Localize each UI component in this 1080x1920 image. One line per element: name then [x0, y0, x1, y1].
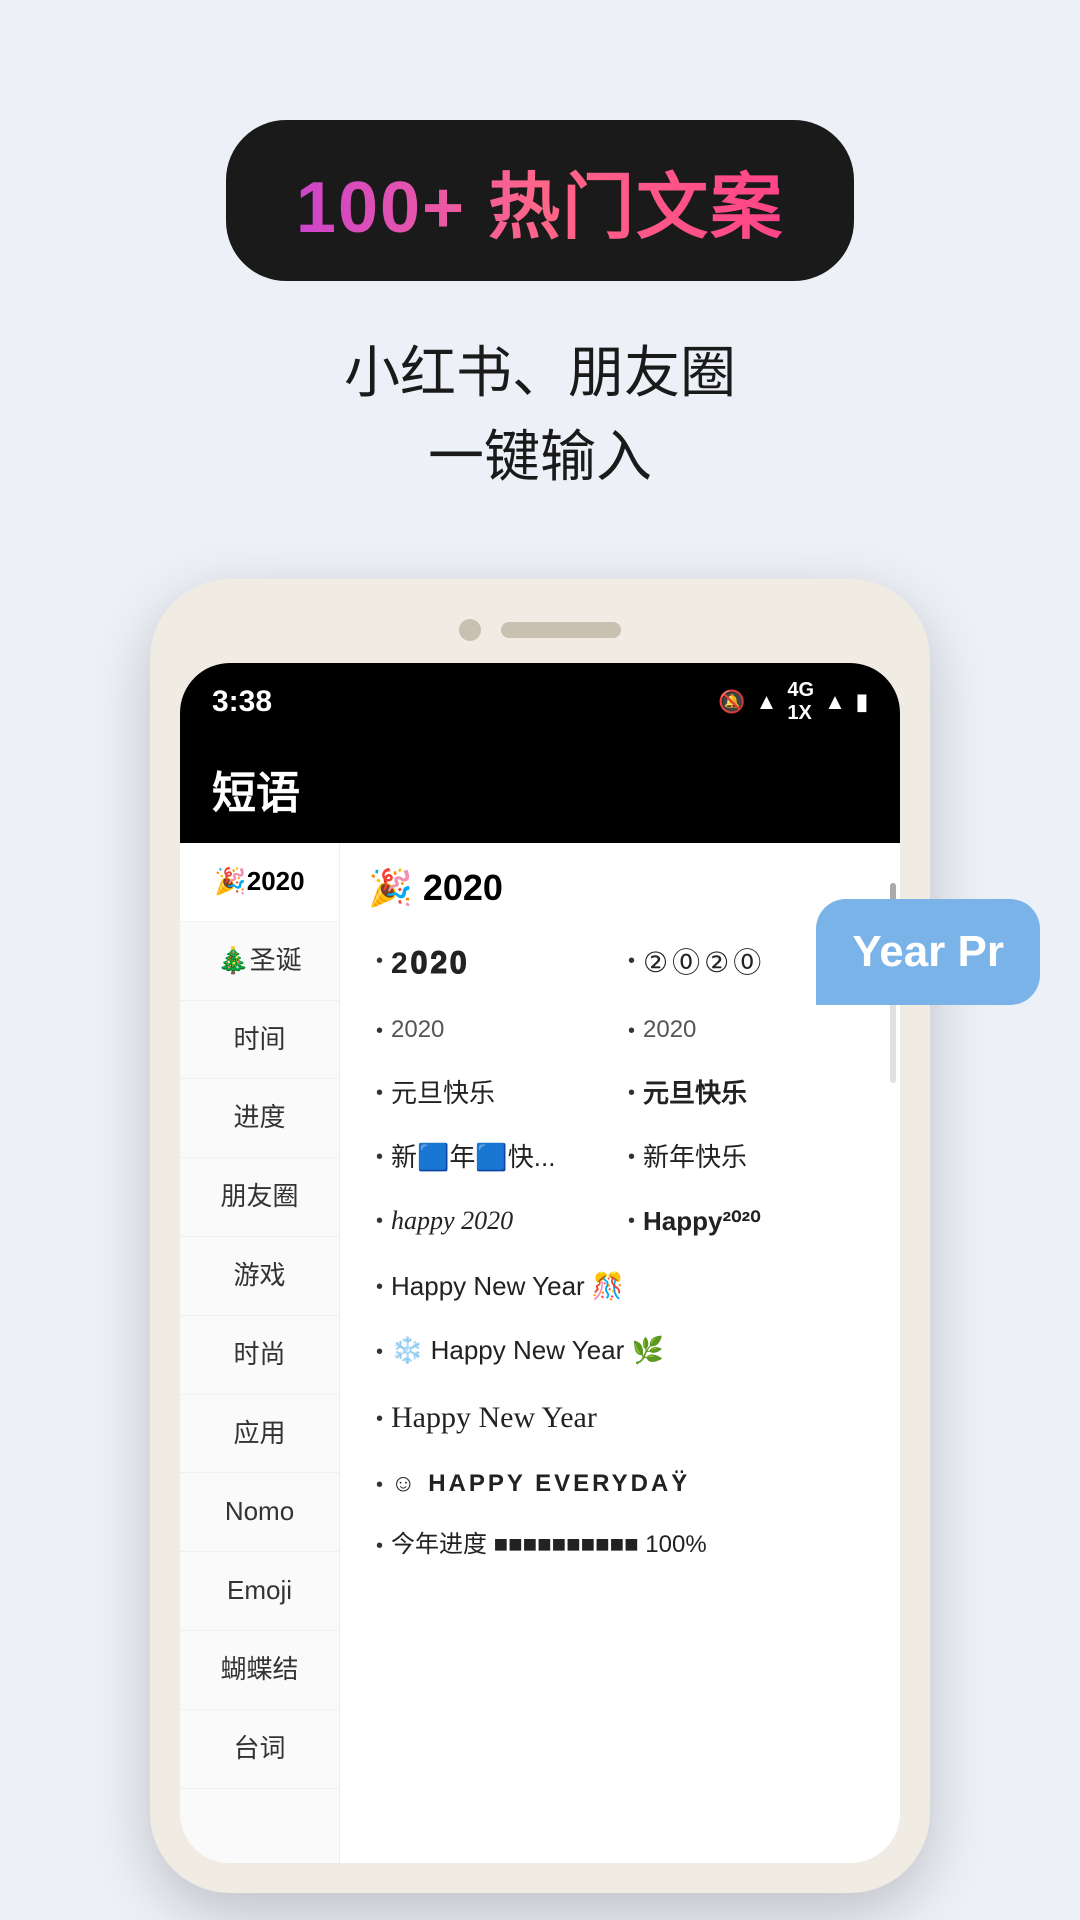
badge-container: 100+ 热门文案 [226, 120, 854, 281]
list-item[interactable]: • 2𝟎𝟐𝟎 [368, 929, 620, 999]
app-content: 🎉2020 🎄圣诞 时间 进度 朋友圈 游戏 时尚 应用 Nomo Emoji … [180, 843, 900, 1863]
item-value: 新年快乐 [643, 1139, 747, 1175]
sidebar-item-emoji[interactable]: Emoji [180, 1552, 339, 1631]
list-item[interactable]: • 2020 [620, 999, 872, 1061]
sidebar-item-apps[interactable]: 应用 [180, 1395, 339, 1474]
camera-icon [459, 619, 481, 641]
item-value: 2020 [643, 1013, 696, 1047]
status-icons: 🔕 ▲ 4G1X ▲ ▮ [718, 679, 868, 725]
sidebar: 🎉2020 🎄圣诞 时间 进度 朋友圈 游戏 时尚 应用 Nomo Emoji … [180, 843, 340, 1863]
bullet-icon: • [376, 1143, 383, 1171]
list-item[interactable]: • 新🟦年🟦快... [368, 1125, 620, 1189]
list-item[interactable]: • 元旦快乐 [620, 1061, 872, 1125]
item-value: Happy New Year [391, 1397, 597, 1439]
page-wrapper: 100+ 热门文案 小红书、朋友圈 一键输入 3:38 🔕 ▲ [0, 0, 1080, 1920]
item-value: 今年进度 ■■■■■■■■■■ 100% [391, 1528, 707, 1562]
list-item[interactable]: • ❄️ Happy New Year 🌿 [368, 1318, 872, 1382]
sidebar-item-bow[interactable]: 蝴蝶结 [180, 1631, 339, 1710]
sidebar-item-progress[interactable]: 进度 [180, 1079, 339, 1158]
phone-top-bar [180, 609, 900, 651]
subtitle-line2: 一键输入 [344, 415, 736, 499]
app-header: 短语 [180, 737, 900, 843]
item-value: ☺ HAPPY EVERYDAŸ [391, 1467, 690, 1501]
list-item[interactable]: • Happy New Year [368, 1383, 872, 1453]
bullet-icon: • [628, 1079, 635, 1107]
bullet-icon: • [376, 1079, 383, 1107]
sidebar-item-time[interactable]: 时间 [180, 1001, 339, 1080]
sidebar-item-christmas[interactable]: 🎄圣诞 [180, 922, 339, 1001]
subtitle: 小红书、朋友圈 一键输入 [344, 331, 736, 499]
list-item[interactable]: • 2020 [368, 999, 620, 1061]
subtitle-line1: 小红书、朋友圈 [344, 331, 736, 415]
phone-outer: 3:38 🔕 ▲ 4G1X ▲ ▮ 短语 [150, 579, 930, 1893]
item-value: Happy New Year 🎊 [391, 1268, 624, 1304]
bullet-icon: • [376, 1276, 383, 1299]
bullet-icon: • [376, 1341, 383, 1364]
item-value: 2020 [391, 1013, 444, 1047]
bullet-icon: • [628, 1207, 635, 1235]
sidebar-item-lines[interactable]: 台词 [180, 1710, 339, 1789]
item-value: happy 2020 [391, 1203, 513, 1239]
speech-bubble-text: Year Pr [852, 927, 1004, 976]
list-item[interactable]: • Happy New Year 🎊 [368, 1254, 872, 1318]
item-value: 元旦快乐 [391, 1075, 495, 1111]
item-value: 元旦快乐 [643, 1075, 747, 1111]
status-bar: 3:38 🔕 ▲ 4G1X ▲ ▮ [180, 663, 900, 737]
item-value: 2𝟎𝟐𝟎 [391, 943, 470, 985]
bullet-icon: • [376, 947, 383, 975]
signal-icon: ▲ [824, 689, 846, 715]
wifi-icon: ▲ [756, 689, 778, 715]
battery-icon: ▮ [856, 689, 868, 715]
item-value: ②⓪②⓪ [643, 943, 765, 982]
items-grid: • 2𝟎𝟐𝟎 • ②⓪②⓪ • 2020 [368, 929, 872, 1576]
list-item[interactable]: • 新年快乐 [620, 1125, 872, 1189]
bullet-icon: • [628, 1143, 635, 1171]
item-value: 新🟦年🟦快... [391, 1139, 555, 1175]
phone-screen: 3:38 🔕 ▲ 4G1X ▲ ▮ 短语 [180, 663, 900, 1863]
sidebar-item-nomo[interactable]: Nomo [180, 1473, 339, 1552]
network-label: 4G1X [787, 679, 814, 725]
sidebar-item-fashion[interactable]: 时尚 [180, 1316, 339, 1395]
item-value: Happy²⁰²⁰ [643, 1203, 761, 1239]
badge-text: 100+ 热门文案 [296, 168, 784, 248]
status-time: 3:38 [212, 685, 272, 719]
bullet-icon: • [376, 1408, 383, 1431]
app-title: 短语 [212, 769, 300, 818]
section-title-text: 🎉 2020 [368, 867, 503, 909]
bullet-icon: • [376, 1017, 383, 1045]
mute-icon: 🔕 [718, 689, 745, 715]
bullet-icon: • [628, 1017, 635, 1045]
list-item[interactable]: • 元旦快乐 [368, 1061, 620, 1125]
list-item[interactable]: • Happy²⁰²⁰ [620, 1189, 872, 1253]
sidebar-item-2020[interactable]: 🎉2020 [180, 843, 339, 922]
item-value: ❄️ Happy New Year 🌿 [391, 1332, 664, 1368]
section-title: 🎉 2020 [368, 867, 872, 909]
bullet-icon: • [376, 1474, 383, 1497]
speech-bubble: Year Pr [816, 899, 1040, 1005]
bullet-icon: • [376, 1207, 383, 1235]
speaker-bar [501, 622, 621, 638]
list-item[interactable]: • 今年进度 ■■■■■■■■■■ 100% [368, 1514, 872, 1576]
list-item[interactable]: • ☺ HAPPY EVERYDAŸ [368, 1453, 872, 1515]
sidebar-item-moments[interactable]: 朋友圈 [180, 1158, 339, 1237]
list-item[interactable]: • happy 2020 [368, 1189, 620, 1253]
badge: 100+ 热门文案 [226, 120, 854, 281]
bullet-icon: • [376, 1535, 383, 1558]
phone-mockup: 3:38 🔕 ▲ 4G1X ▲ ▮ 短语 [150, 579, 930, 1893]
bullet-icon: • [628, 947, 635, 975]
sidebar-item-games[interactable]: 游戏 [180, 1237, 339, 1316]
